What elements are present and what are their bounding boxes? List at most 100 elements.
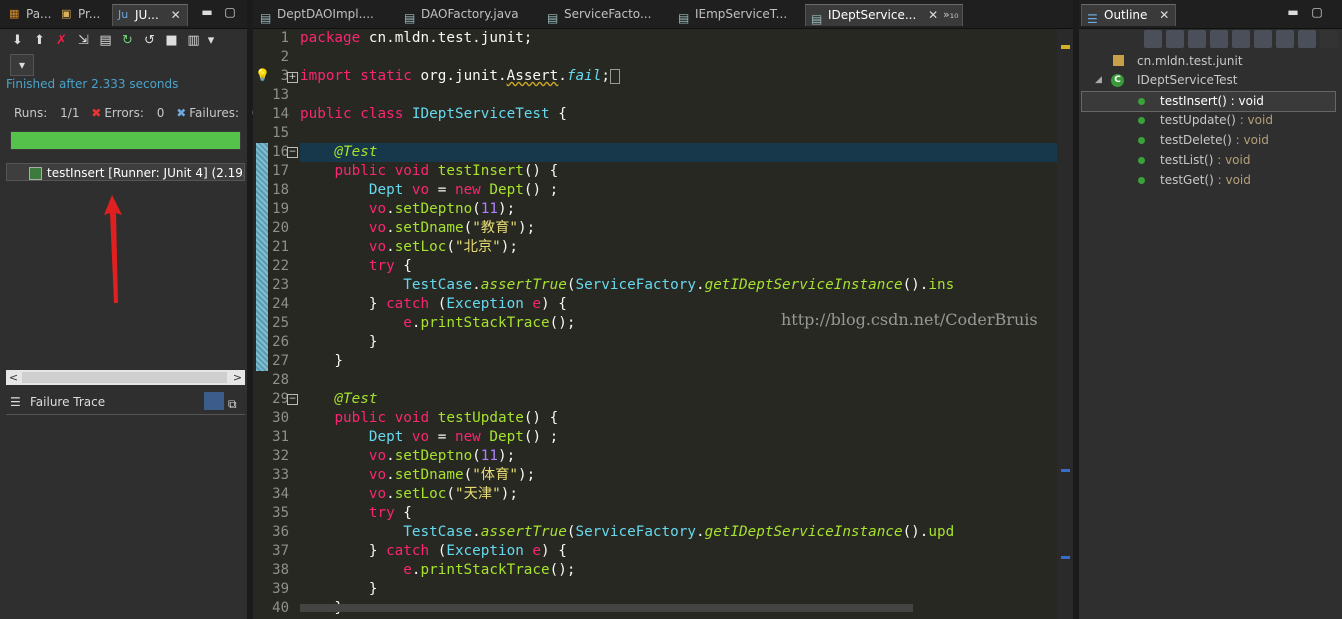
focus-icon[interactable] [1298, 30, 1316, 48]
maximize-icon[interactable]: ▢ [1311, 6, 1323, 18]
code-line: vo.setLoc("北京"); [368, 239, 518, 255]
tab-iempservicetest[interactable]: ▤ IEmpServiceT... [673, 4, 813, 25]
expand-fold-icon[interactable]: + [287, 72, 298, 83]
rerun-failed-icon[interactable]: ↺ [140, 31, 159, 50]
collapse-all-icon[interactable] [1166, 30, 1184, 48]
code-line: } catch (Exception e) { [300, 543, 567, 559]
line-number: 37 [272, 543, 289, 559]
tab-package-explorer[interactable]: ▦ Pa... [4, 4, 58, 25]
code-line: } catch (Exception e) { [300, 296, 567, 312]
filter-stack-icon[interactable] [204, 392, 224, 410]
occurrence-marker[interactable] [1061, 556, 1070, 559]
history-icon[interactable]: ▥ [184, 31, 203, 50]
sort-icon[interactable] [1144, 30, 1162, 48]
editor-horizontal-scrollbar[interactable] [300, 604, 913, 612]
tab-daofactory[interactable]: ▤ DAOFactory.java [399, 4, 547, 25]
line-number: 32 [272, 448, 289, 464]
maximize-icon[interactable]: ▢ [224, 6, 236, 18]
line-number: 25 [272, 315, 289, 331]
code-line: public void testInsert() { [334, 163, 559, 179]
outline-method-testupdate[interactable]: testUpdate() : void [1081, 111, 1336, 130]
previous-failure-icon[interactable]: ⬆ [30, 31, 49, 50]
occurrence-marker[interactable] [1061, 469, 1070, 472]
tab-outline[interactable]: ☰ Outline ✕ [1081, 4, 1177, 26]
show-failures-only-icon[interactable]: ✗ [52, 31, 71, 50]
public-method-icon [1138, 117, 1145, 124]
java-file-icon: ▤ [547, 11, 559, 25]
tree-expand-icon[interactable]: ◢ [1095, 71, 1102, 90]
code-line: Dept vo = new Dept() ; [368, 429, 559, 445]
view-menu-icon[interactable] [1320, 30, 1338, 48]
errors-value: 0 [156, 106, 165, 120]
test-progress-bar [10, 131, 241, 150]
tab-servicefactory[interactable]: ▤ ServiceFacto... [542, 4, 680, 25]
tab-project-explorer[interactable]: ▣ Pr... [56, 4, 106, 25]
rerun-icon[interactable]: ↻ [118, 31, 137, 50]
code-line: package cn.mldn.test.junit; [300, 30, 533, 46]
java-file-icon: ▤ [404, 11, 416, 25]
collapse-fold-icon[interactable]: − [287, 147, 298, 158]
minimize-icon[interactable]: ▬ [201, 6, 213, 18]
hide-fields-icon[interactable] [1188, 30, 1206, 48]
line-number: 15 [272, 125, 289, 141]
collapse-fold-icon[interactable]: − [287, 394, 298, 405]
hide-local-types-icon[interactable] [1254, 30, 1272, 48]
link-editor-icon[interactable] [1276, 30, 1294, 48]
close-icon[interactable]: ✕ [1159, 8, 1169, 22]
compare-result-icon[interactable]: ⧉ [228, 392, 244, 411]
outline-class[interactable]: ◢ C IDeptServiceTest [1081, 71, 1336, 90]
test-result-row[interactable]: testInsert [Runner: JUnit 4] (2.193 s [6, 163, 245, 181]
line-number: 20 [272, 220, 289, 236]
horizontal-scrollbar[interactable]: < > [6, 370, 245, 385]
close-icon[interactable]: ✕ [171, 8, 181, 22]
layout-icon[interactable]: ▤ [96, 31, 115, 50]
warning-marker[interactable] [1061, 45, 1070, 49]
code-line: vo.setDname("教育"); [368, 220, 536, 236]
scroll-thumb[interactable] [22, 372, 227, 383]
failure-trace-header: ☰ Failure Trace ⧉ [6, 390, 245, 415]
code-line: vo.setDeptno(11); [368, 448, 516, 464]
scroll-left-icon[interactable]: < [6, 370, 21, 385]
test-pass-icon [29, 167, 42, 180]
run-status: Finished after 2.333 seconds [6, 77, 179, 91]
scroll-right-icon[interactable]: > [230, 370, 245, 385]
tab-overflow[interactable]: »₁₀ [939, 4, 965, 25]
warning-lightbulb-icon[interactable]: 💡 [255, 68, 270, 82]
java-file-icon: ▤ [260, 11, 272, 25]
outline-method-testinsert[interactable]: testInsert() : void [1081, 91, 1336, 112]
line-number: 2 [280, 49, 289, 65]
minimize-icon[interactable]: ▬ [1287, 6, 1299, 18]
view-menu-button[interactable]: ▾ [10, 54, 34, 76]
outline-method-testdelete[interactable]: testDelete() : void [1081, 131, 1336, 150]
code-line: e.printStackTrace(); [403, 562, 576, 578]
outline-method-testget[interactable]: testGet() : void [1081, 171, 1336, 190]
line-number: 27 [272, 353, 289, 369]
runs-label: Runs: [14, 106, 48, 120]
outline-view: ☰ Outline ✕ ▬ ▢ cn.mldn.test.junit ◢ C I… [1079, 0, 1342, 619]
public-method-icon [1138, 157, 1145, 164]
outline-package[interactable]: cn.mldn.test.junit [1081, 52, 1336, 71]
hide-static-icon[interactable] [1210, 30, 1228, 48]
line-number: 13 [272, 87, 289, 103]
outline-icon: ☰ [1087, 12, 1098, 26]
scroll-lock-icon[interactable]: ⇲ [74, 31, 93, 50]
code-line: vo.setDeptno(11); [368, 201, 516, 217]
tab-junit[interactable]: Ju JU... ✕ [112, 4, 188, 26]
overview-ruler[interactable] [1057, 29, 1073, 619]
tab-deptdaoimpl[interactable]: ▤ DeptDAOImpl.... [255, 4, 405, 25]
line-number: 16 [272, 144, 289, 160]
view-menu-icon[interactable]: ▾ [206, 31, 216, 50]
next-failure-icon[interactable]: ⬇ [8, 31, 27, 50]
runs-value: 1/1 [60, 106, 80, 120]
outline-method-testlist[interactable]: testList() : void [1081, 151, 1336, 170]
failure-icon: ✖ [176, 106, 187, 120]
project-explorer-icon: ▣ [61, 7, 72, 20]
outline-tabbar: ☰ Outline ✕ ▬ ▢ [1079, 0, 1342, 29]
stop-icon[interactable]: ■ [162, 31, 181, 50]
line-number: 34 [272, 486, 289, 502]
line-number: 31 [272, 429, 289, 445]
public-method-icon [1138, 98, 1145, 105]
hide-nonpublic-icon[interactable] [1232, 30, 1250, 48]
code-line: vo.setLoc("天津"); [368, 486, 518, 502]
close-icon[interactable]: ✕ [928, 8, 938, 22]
